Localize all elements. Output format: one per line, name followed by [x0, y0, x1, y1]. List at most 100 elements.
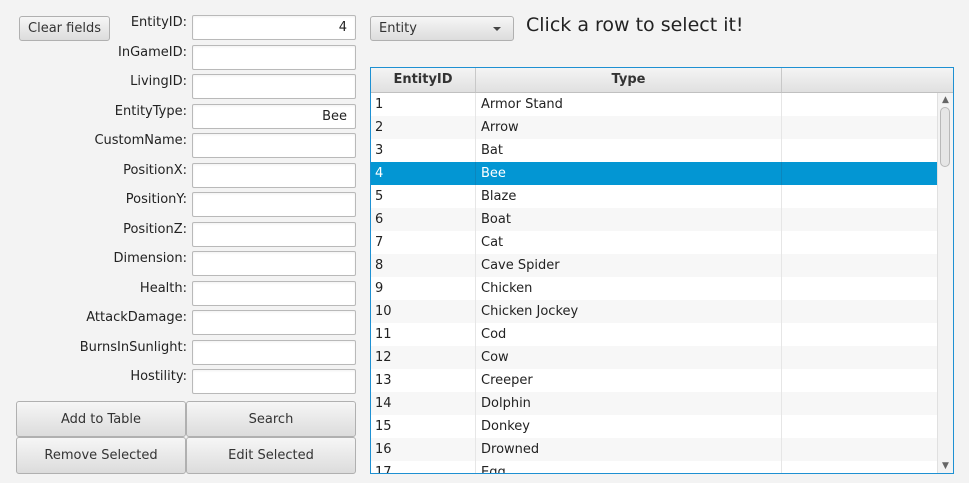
field-input[interactable] — [192, 44, 356, 70]
table-row[interactable]: 5 Blaze — [371, 185, 938, 208]
cell-entity-id: 2 — [371, 116, 476, 139]
column-header-extra[interactable] — [782, 68, 953, 92]
cell-type: Drowned — [476, 438, 782, 461]
field-label: EntityID: — [130, 15, 187, 30]
scroll-down-icon[interactable]: ▼ — [938, 459, 953, 473]
table-row[interactable]: 7 Cat — [371, 231, 938, 254]
cell-entity-id: 3 — [371, 139, 476, 162]
cell-extra — [782, 392, 938, 415]
field-label: CustomName: — [94, 133, 187, 148]
remove-selected-button[interactable]: Remove Selected — [16, 437, 186, 474]
cell-type: Cod — [476, 323, 782, 346]
table-row[interactable]: 14 Dolphin — [371, 392, 938, 415]
cell-entity-id: 4 — [371, 162, 476, 185]
scrollbar-thumb[interactable] — [940, 107, 950, 167]
field-input[interactable] — [192, 103, 356, 129]
scroll-up-icon[interactable]: ▲ — [938, 93, 953, 107]
cell-entity-id: 17 — [371, 461, 476, 473]
cell-extra — [782, 369, 938, 392]
field-input[interactable] — [192, 192, 356, 217]
field-input[interactable] — [192, 251, 356, 276]
table-row[interactable]: 16 Drowned — [371, 438, 938, 461]
table-row[interactable]: 6 Boat — [371, 208, 938, 231]
table-body: 1 Armor Stand 2 Arrow 3 Bat 4 Bee 5 Blaze 6 Boat 7 Ca… — [371, 93, 938, 473]
column-header-entityid[interactable]: EntityID — [371, 68, 476, 92]
field-label: PositionX: — [123, 162, 187, 178]
cell-type: Blaze — [476, 185, 782, 208]
field-input[interactable] — [192, 369, 356, 394]
search-button[interactable]: Search — [186, 401, 356, 437]
cell-extra — [782, 415, 938, 438]
cell-entity-id: 6 — [371, 208, 476, 231]
column-header-type[interactable]: Type — [476, 68, 782, 92]
field-input[interactable] — [192, 310, 356, 335]
field-label: LivingID: — [130, 74, 187, 89]
cell-extra — [782, 461, 938, 473]
chevron-down-icon — [493, 27, 501, 31]
cell-entity-id: 7 — [371, 231, 476, 254]
vertical-scrollbar[interactable]: ▲ ▼ — [937, 93, 953, 473]
cell-extra — [782, 139, 938, 162]
add-to-table-button[interactable]: Add to Table — [16, 401, 186, 437]
field-input[interactable] — [192, 339, 356, 365]
cell-extra — [782, 93, 938, 116]
edit-selected-button[interactable]: Edit Selected — [186, 437, 356, 474]
select-hint-text: Click a row to select it! — [526, 14, 744, 36]
field-input[interactable] — [192, 15, 356, 40]
cell-extra — [782, 231, 938, 254]
cell-type: Chicken Jockey — [476, 300, 782, 323]
field-input[interactable] — [192, 74, 356, 99]
field-label: InGameID: — [118, 44, 187, 60]
field-label: AttackDamage: — [86, 310, 187, 325]
cell-extra — [782, 162, 938, 185]
entity-table[interactable]: EntityID Type 1 Armor Stand 2 Arrow 3 Bat 4 Bee… — [370, 67, 954, 474]
table-row[interactable]: 1 Armor Stand — [371, 93, 938, 116]
table-row[interactable]: 4 Bee — [371, 162, 938, 185]
field-label: Hostility: — [130, 369, 187, 384]
field-label: BurnsInSunlight: — [79, 339, 187, 355]
cell-entity-id: 14 — [371, 392, 476, 415]
cell-entity-id: 15 — [371, 415, 476, 438]
table-row[interactable]: 8 Cave Spider — [371, 254, 938, 277]
table-row[interactable]: 10 Chicken Jockey — [371, 300, 938, 323]
table-selector-dropdown[interactable]: Entity — [370, 16, 514, 41]
table-row[interactable]: 2 Arrow — [371, 116, 938, 139]
table-row[interactable]: 12 Cow — [371, 346, 938, 369]
clear-fields-button[interactable]: Clear fields — [19, 16, 110, 41]
cell-entity-id: 1 — [371, 93, 476, 116]
table-row[interactable]: 3 Bat — [371, 139, 938, 162]
cell-type: Arrow — [476, 116, 782, 139]
cell-type: Cave Spider — [476, 254, 782, 277]
cell-extra — [782, 254, 938, 277]
cell-entity-id: 11 — [371, 323, 476, 346]
cell-extra — [782, 300, 938, 323]
cell-type: Boat — [476, 208, 782, 231]
field-label: Health: — [139, 280, 187, 296]
cell-extra — [782, 277, 938, 300]
table-row[interactable]: 11 Cod — [371, 323, 938, 346]
cell-entity-id: 16 — [371, 438, 476, 461]
field-input[interactable] — [192, 162, 356, 188]
cell-extra — [782, 208, 938, 231]
cell-type: Bat — [476, 139, 782, 162]
table-selector-value: Entity — [379, 21, 417, 36]
table-row[interactable]: 13 Creeper — [371, 369, 938, 392]
cell-extra — [782, 438, 938, 461]
cell-extra — [782, 346, 938, 369]
cell-type: Bee — [476, 162, 782, 185]
field-input[interactable] — [192, 133, 356, 158]
table-row[interactable]: 17 Egg — [371, 461, 938, 473]
table-row[interactable]: 9 Chicken — [371, 277, 938, 300]
cell-entity-id: 5 — [371, 185, 476, 208]
cell-entity-id: 12 — [371, 346, 476, 369]
field-input[interactable] — [192, 280, 356, 306]
cell-entity-id: 13 — [371, 369, 476, 392]
field-input[interactable] — [192, 221, 356, 247]
cell-type: Creeper — [476, 369, 782, 392]
cell-extra — [782, 185, 938, 208]
cell-type: Chicken — [476, 277, 782, 300]
table-row[interactable]: 15 Donkey — [371, 415, 938, 438]
cell-entity-id: 8 — [371, 254, 476, 277]
cell-type: Armor Stand — [476, 93, 782, 116]
cell-type: Cow — [476, 346, 782, 369]
